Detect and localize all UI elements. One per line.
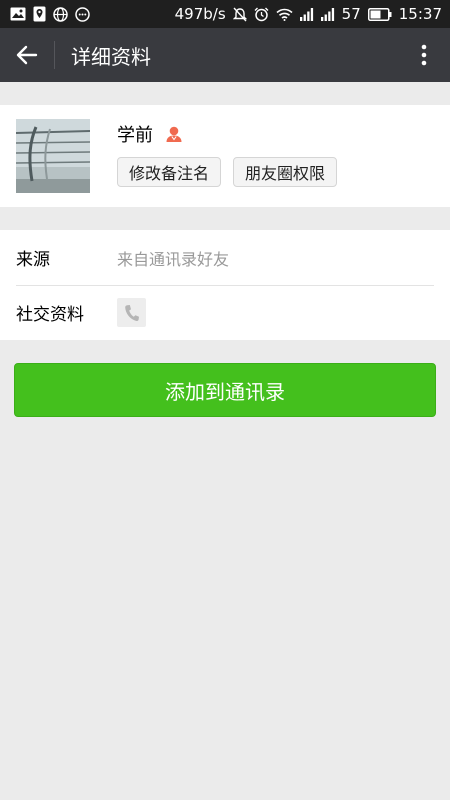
clock: 15:37 xyxy=(398,5,442,23)
status-bar-right: 497b/s 57 15:37 xyxy=(175,5,442,23)
battery-percent: 57 xyxy=(341,5,361,23)
add-to-contacts-button[interactable]: 添加到通讯录 xyxy=(14,363,436,417)
signal-icon xyxy=(299,7,314,21)
phone-icon[interactable] xyxy=(117,298,146,327)
info-list: 来源 来自通讯录好友 社交资料 xyxy=(0,230,450,340)
wifi-icon xyxy=(276,8,293,21)
social-profile-row[interactable]: 社交资料 xyxy=(0,285,450,340)
app-bar: 详细资料 xyxy=(0,28,450,82)
social-profile-label: 社交资料 xyxy=(16,305,84,325)
page-title: 详细资料 xyxy=(71,44,151,69)
location-icon xyxy=(33,6,46,22)
more-options-button[interactable] xyxy=(412,28,436,82)
source-label: 来源 xyxy=(16,250,50,270)
chat-bubble-icon xyxy=(75,6,90,22)
status-bar-left xyxy=(10,6,90,22)
signal-icon xyxy=(320,7,335,21)
app-bar-divider xyxy=(54,41,55,69)
network-speed: 497b/s xyxy=(174,5,226,23)
gallery-icon xyxy=(10,7,26,21)
profile-info: 学前 修改备注名 朋友圈权限 xyxy=(117,119,338,187)
more-vertical-icon xyxy=(421,44,427,66)
contact-name: 学前 xyxy=(117,125,153,146)
name-row: 学前 xyxy=(117,121,337,147)
back-button[interactable] xyxy=(0,28,54,82)
mute-icon xyxy=(232,7,247,22)
alarm-icon xyxy=(254,7,269,22)
globe-icon xyxy=(53,6,68,22)
profile-card: 学前 修改备注名 朋友圈权限 xyxy=(0,105,450,207)
avatar[interactable] xyxy=(16,119,90,193)
source-row: 来源 来自通讯录好友 xyxy=(0,230,450,285)
status-bar: 497b/s 57 15:37 xyxy=(0,0,450,28)
user-gender-icon xyxy=(165,125,183,143)
source-value: 来自通讯录好友 xyxy=(117,249,230,269)
moments-permission-button[interactable]: 朋友圈权限 xyxy=(233,157,338,187)
arrow-left-icon xyxy=(16,45,38,65)
battery-icon xyxy=(367,7,392,21)
profile-actions: 修改备注名 朋友圈权限 xyxy=(117,157,338,187)
edit-remark-button[interactable]: 修改备注名 xyxy=(117,157,222,187)
